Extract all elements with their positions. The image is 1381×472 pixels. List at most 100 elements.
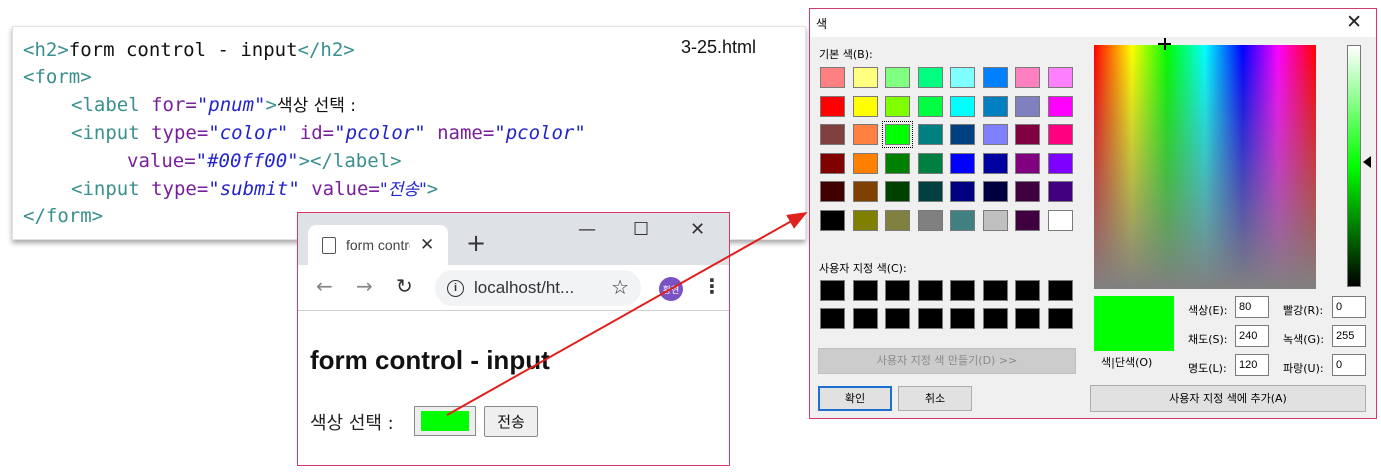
basic-color-swatch[interactable] <box>982 209 1008 231</box>
custom-color-swatch[interactable] <box>982 280 1008 301</box>
basic-color-swatch[interactable] <box>1047 152 1073 174</box>
luminance-field[interactable]: 120 <box>1235 354 1269 376</box>
blue-field[interactable]: 0 <box>1332 354 1366 376</box>
browser-tab[interactable]: form control - input ✕ <box>308 225 448 265</box>
basic-color-swatch[interactable] <box>852 67 878 88</box>
back-arrow-icon[interactable]: ← <box>316 274 333 298</box>
basic-color-swatch[interactable] <box>917 209 943 231</box>
basic-color-swatch[interactable] <box>917 95 943 117</box>
basic-color-swatch[interactable] <box>982 124 1008 145</box>
close-tab-icon[interactable]: ✕ <box>420 235 434 255</box>
custom-color-swatch[interactable] <box>820 308 845 329</box>
close-icon[interactable]: ✕ <box>1346 11 1362 33</box>
basic-color-swatch[interactable] <box>820 124 845 145</box>
basic-color-swatch[interactable] <box>950 209 975 231</box>
basic-color-swatch[interactable] <box>1047 124 1073 145</box>
basic-color-swatch[interactable] <box>917 67 943 88</box>
custom-color-swatch[interactable] <box>917 308 943 329</box>
basic-color-swatch[interactable] <box>950 181 975 202</box>
basic-color-swatch[interactable] <box>950 152 975 174</box>
address-bar[interactable]: i localhost/ht... ☆ <box>435 270 641 306</box>
custom-color-swatch[interactable] <box>950 308 975 329</box>
basic-color-swatch[interactable] <box>1047 209 1073 231</box>
profile-avatar[interactable]: 황현 <box>659 277 683 301</box>
basic-color-swatch[interactable] <box>852 152 878 174</box>
basic-color-swatch[interactable] <box>882 121 913 148</box>
basic-color-swatch[interactable] <box>820 181 845 202</box>
basic-color-swatch[interactable] <box>885 95 910 117</box>
basic-color-swatch[interactable] <box>1015 95 1040 117</box>
basic-color-swatch[interactable] <box>1015 124 1040 145</box>
code-token: for= <box>151 94 197 116</box>
basic-color-swatch[interactable] <box>820 152 845 174</box>
slider-pointer-icon[interactable] <box>1363 156 1371 168</box>
custom-color-swatch[interactable] <box>820 280 845 301</box>
color-picker-input[interactable] <box>414 406 476 436</box>
saturation-field[interactable]: 240 <box>1235 325 1269 347</box>
basic-color-swatch[interactable] <box>950 67 975 88</box>
info-icon[interactable]: i <box>447 279 464 297</box>
hue-field[interactable]: 80 <box>1235 296 1269 318</box>
custom-color-swatch[interactable] <box>852 280 878 301</box>
reload-icon[interactable]: ↻ <box>396 274 413 298</box>
basic-color-swatch[interactable] <box>982 181 1008 202</box>
basic-color-swatch[interactable] <box>1047 95 1073 117</box>
basic-color-swatch[interactable] <box>1015 209 1040 231</box>
basic-color-swatch[interactable] <box>1047 67 1073 88</box>
forward-arrow-icon[interactable]: → <box>356 274 373 298</box>
basic-color-swatch[interactable] <box>982 95 1008 117</box>
browser-menu-icon[interactable]: ⋮ <box>702 274 722 298</box>
basic-color-swatch[interactable] <box>885 209 910 231</box>
cancel-button[interactable]: 취소 <box>898 386 972 411</box>
basic-color-swatch[interactable] <box>1015 181 1040 202</box>
custom-color-swatch[interactable] <box>1047 280 1073 301</box>
basic-color-swatch[interactable] <box>820 67 845 88</box>
custom-color-swatch[interactable] <box>1015 280 1040 301</box>
code-token: <input <box>71 122 152 144</box>
basic-color-swatch[interactable] <box>1047 181 1073 202</box>
basic-color-swatch[interactable] <box>982 67 1008 88</box>
basic-color-swatch[interactable] <box>852 209 878 231</box>
basic-color-swatch[interactable] <box>1015 67 1040 88</box>
minimize-icon[interactable]: — <box>578 219 596 240</box>
ok-button[interactable]: 확인 <box>818 386 892 411</box>
maximize-icon[interactable]: ☐ <box>633 219 649 240</box>
custom-color-swatch[interactable] <box>1015 308 1040 329</box>
color-spectrum[interactable] <box>1094 38 1316 289</box>
basic-color-swatch[interactable] <box>885 67 910 88</box>
basic-color-swatch[interactable] <box>950 124 975 145</box>
custom-color-swatch[interactable] <box>1047 308 1073 329</box>
submit-button[interactable]: 전송 <box>484 406 538 437</box>
basic-color-swatch[interactable] <box>917 124 943 145</box>
close-window-icon[interactable]: ✕ <box>690 219 705 240</box>
basic-color-swatch[interactable] <box>917 152 943 174</box>
add-to-custom-colors-button[interactable]: 사용자 지정 색에 추가(A) <box>1090 385 1366 412</box>
basic-color-swatch[interactable] <box>917 181 943 202</box>
basic-color-swatch[interactable] <box>852 95 878 117</box>
basic-color-swatch[interactable] <box>950 95 975 117</box>
basic-color-swatch[interactable] <box>820 95 845 117</box>
basic-color-swatch[interactable] <box>852 124 878 145</box>
green-field[interactable]: 255 <box>1332 325 1366 347</box>
color-swatch-fill <box>421 411 469 431</box>
green-label: 녹색(G): <box>1283 333 1325 346</box>
luminance-slider[interactable] <box>1347 45 1361 287</box>
basic-color-swatch[interactable] <box>982 152 1008 174</box>
basic-color-swatch[interactable] <box>1015 152 1040 174</box>
new-tab-button[interactable]: + <box>466 229 486 257</box>
custom-color-swatch[interactable] <box>950 280 975 301</box>
basic-color-swatch[interactable] <box>885 152 910 174</box>
custom-color-swatch[interactable] <box>885 280 910 301</box>
custom-color-swatch[interactable] <box>885 308 910 329</box>
custom-color-swatch[interactable] <box>917 280 943 301</box>
bookmark-star-icon[interactable]: ☆ <box>611 275 629 299</box>
basic-color-swatch[interactable] <box>820 209 845 231</box>
basic-color-swatch[interactable] <box>885 181 910 202</box>
custom-color-swatch[interactable] <box>982 308 1008 329</box>
url-text[interactable]: localhost/ht... <box>474 278 574 298</box>
custom-color-swatch[interactable] <box>852 308 878 329</box>
code-token: "pcolor" <box>334 122 426 144</box>
basic-color-swatch[interactable] <box>852 181 878 202</box>
define-custom-colors-button[interactable]: 사용자 지정 색 만들기(D) >> <box>818 348 1076 374</box>
red-field[interactable]: 0 <box>1332 296 1366 318</box>
